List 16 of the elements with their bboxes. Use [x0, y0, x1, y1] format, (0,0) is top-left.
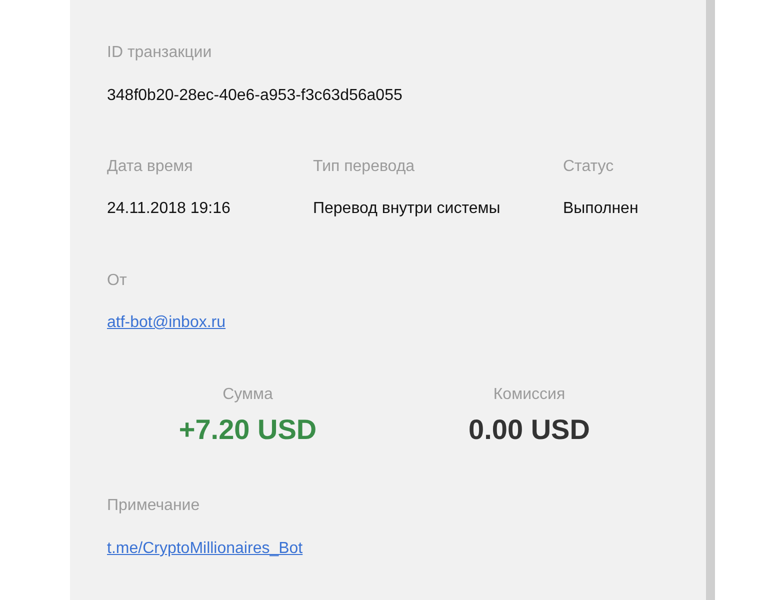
field-value: Выполнен — [563, 199, 640, 219]
note-link[interactable]: t.me/CryptoMillionaires_Bot — [107, 540, 303, 557]
field-label: ID транзакции — [107, 43, 213, 63]
field-value: 348f0b20-28ec-40e6-a953-f3c63d56a055 — [107, 86, 404, 106]
field-label: От — [107, 271, 128, 291]
amount-value: 0.00 USD — [468, 415, 590, 445]
amount-value: +7.20 USD — [178, 415, 317, 445]
field-label: Дата время — [107, 157, 194, 177]
amount-label: Комиссия — [493, 385, 566, 405]
amount-label: Сумма — [222, 385, 273, 405]
field-value: Перевод внутри системы — [313, 199, 502, 219]
field-label: Статус — [563, 157, 615, 177]
field-value: 24.11.2018 19:16 — [107, 199, 232, 219]
field-label: Тип перевода — [313, 157, 416, 177]
field-label: Примечание — [107, 496, 201, 516]
sender-email-link[interactable]: atf-bot@inbox.ru — [107, 314, 226, 331]
